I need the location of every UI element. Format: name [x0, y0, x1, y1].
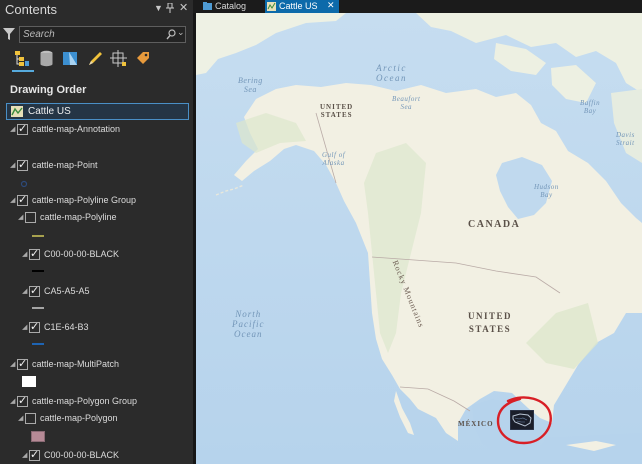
collapse-arrow-icon[interactable]: ◢ [22, 250, 27, 258]
layer-label: cattle-map-Annotation [32, 124, 121, 134]
layer-visibility-checkbox[interactable] [17, 394, 28, 407]
layer-visibility-checkbox[interactable] [29, 247, 40, 260]
map-tab-icon [267, 2, 276, 11]
layer-visibility-checkbox[interactable] [29, 320, 40, 333]
collapse-arrow-icon[interactable]: ◢ [22, 323, 27, 331]
layer-label: cattle-map-Polyline [40, 212, 117, 222]
collapse-arrow-icon[interactable]: ◢ [18, 414, 23, 422]
view-tab-bar: Catalog Cattle US ✕ [193, 0, 642, 13]
layer-visibility-checkbox[interactable] [17, 158, 28, 171]
black-line-symbol [32, 270, 44, 272]
layer-visibility-checkbox[interactable] [25, 413, 36, 424]
map-label-baffin-bay: Baffin Bay [580, 99, 601, 115]
map-label-davis-strait: Davis Strait [616, 131, 635, 147]
tab-cattle-us[interactable]: Cattle US ✕ [265, 0, 339, 13]
layer-label: cattle-map-Polygon [40, 413, 118, 423]
close-tab-icon[interactable]: ✕ [327, 0, 335, 11]
pane-title: Contents [5, 2, 58, 17]
collapse-arrow-icon[interactable]: ◢ [18, 213, 23, 221]
map-label-united-states: UNITED STATES [468, 311, 513, 334]
map-label-beaufort-sea: Beaufort Sea [392, 95, 421, 111]
list-by-editing-icon[interactable] [87, 50, 104, 67]
layer-label: cattle-map-Polyline Group [32, 195, 137, 205]
layer-label: cattle-map-MultiPatch [32, 359, 120, 369]
search-icon[interactable] [166, 29, 176, 41]
layer-visibility-checkbox[interactable] [29, 448, 40, 461]
layer-label: C00-00-00-BLACK [44, 450, 120, 460]
map-label-arctic-ocean: Arctic Ocean [376, 63, 407, 83]
list-by-data-source-icon[interactable] [38, 50, 55, 67]
list-by-labeling-icon[interactable] [134, 50, 151, 67]
search-box[interactable]: ⌄ [19, 26, 186, 43]
map-icon [11, 106, 23, 117]
layer-visibility-checkbox[interactable] [29, 284, 40, 297]
list-by-drawing-order-icon[interactable] [13, 50, 30, 67]
drawing-order-heading: Drawing Order [10, 84, 87, 96]
layer-label: C1E-64-B3 [44, 322, 89, 332]
map-label-mexico: MÉXICO [458, 420, 494, 428]
layer-label: C00-00-00-BLACK [44, 249, 120, 259]
map-label-bering-sea: Bering Sea [238, 76, 263, 94]
collapse-arrow-icon[interactable]: ◢ [10, 161, 15, 169]
collapse-arrow-icon[interactable]: ◢ [10, 397, 15, 405]
grey-line-symbol [32, 307, 44, 309]
collapse-arrow-icon[interactable]: ◢ [10, 125, 15, 133]
map-label-canada: CANADA [468, 219, 521, 230]
close-pane-icon[interactable]: ✕ [179, 1, 188, 14]
active-tool-indicator [12, 70, 34, 72]
red-annotation-circle [496, 396, 552, 445]
basemap [196, 13, 642, 464]
filter-icon[interactable] [3, 27, 15, 41]
tab-label: Catalog [215, 1, 247, 11]
map-view[interactable]: Bering Sea Arctic Ocean Beaufort Sea Baffin… [196, 13, 642, 464]
point-symbol-icon [20, 180, 28, 188]
polygon-symbol [31, 431, 45, 442]
search-input[interactable] [23, 28, 153, 41]
map-label-north-pacific-ocean: North Pacific Ocean [232, 309, 265, 339]
layer-visibility-checkbox[interactable] [17, 357, 28, 370]
search-options-chevron-down-icon[interactable]: ⌄ [177, 27, 185, 38]
layer-visibility-checkbox[interactable] [17, 122, 28, 135]
catalog-icon [203, 2, 212, 10]
map-name: Cattle US [28, 106, 71, 117]
contents-pane: Contents ▼ ✕ ⌄ [0, 0, 193, 464]
collapse-arrow-icon[interactable]: ◢ [22, 287, 27, 295]
map-item-cattle-us[interactable]: Cattle US [6, 103, 189, 120]
collapse-arrow-icon[interactable]: ◢ [10, 196, 15, 204]
pane-options-icon[interactable]: ▼ [154, 3, 163, 13]
map-label-hudson-bay: Hudson Bay [534, 183, 559, 199]
blue-line-symbol [32, 343, 44, 345]
tab-label: Cattle US [279, 1, 318, 11]
map-label-alaska-united-states: UNITED STATES [320, 103, 354, 119]
multipatch-symbol [22, 376, 36, 387]
map-label-gulf-of-alaska: Gulf of Alaska [322, 151, 346, 167]
polyline-symbol [32, 235, 44, 237]
tab-catalog[interactable]: Catalog [201, 0, 257, 13]
list-by-snapping-icon[interactable] [110, 50, 127, 67]
layer-label: CA5-A5-A5 [44, 286, 90, 296]
layer-visibility-checkbox[interactable] [17, 193, 28, 206]
layer-label: cattle-map-Polygon Group [32, 396, 138, 406]
collapse-arrow-icon[interactable]: ◢ [22, 451, 27, 459]
collapse-arrow-icon[interactable]: ◢ [10, 360, 15, 368]
layer-label: cattle-map-Point [32, 160, 98, 170]
list-by-selection-icon[interactable] [62, 50, 79, 67]
layer-visibility-checkbox[interactable] [25, 212, 36, 223]
auto-hide-pin-icon[interactable] [166, 2, 174, 15]
pane-header: Contents ▼ ✕ [0, 0, 193, 20]
